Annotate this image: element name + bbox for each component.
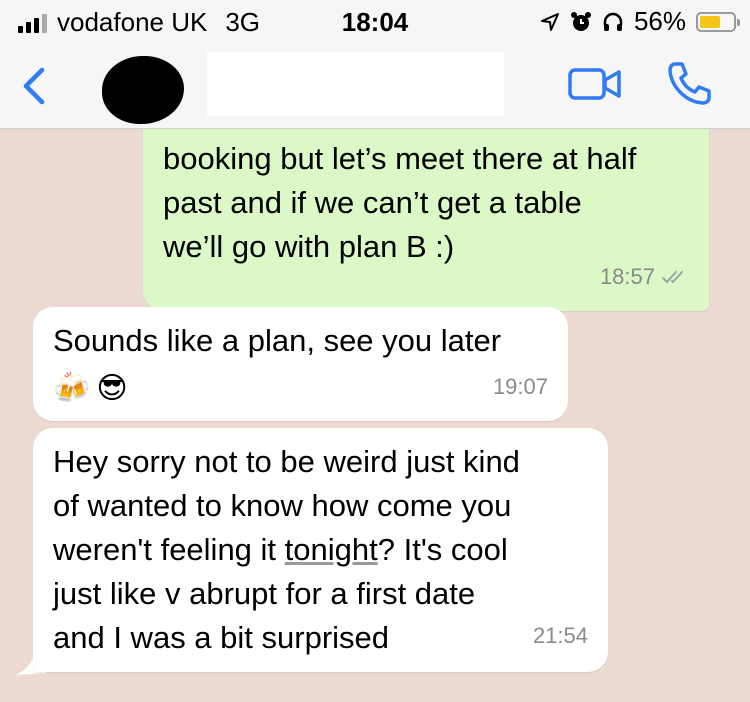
message-meta: 18:57 bbox=[600, 255, 689, 299]
message-text-segment: weren't feeling it bbox=[53, 532, 285, 567]
phone-icon[interactable] bbox=[666, 60, 712, 106]
alarm-icon bbox=[570, 11, 591, 31]
sunglasses-emoji: 😎 bbox=[96, 372, 128, 405]
message-line: just like v abrupt for a first date bbox=[53, 576, 476, 611]
message-text: booking but let’s meet there at half pas… bbox=[163, 137, 703, 269]
message-outgoing[interactable]: booking but let’s meet there at half pas… bbox=[143, 129, 709, 311]
chat-header bbox=[0, 42, 750, 129]
message-incoming[interactable]: Hey sorry not to be weird just kind of w… bbox=[33, 428, 608, 672]
message-time: 19:07 bbox=[492, 374, 548, 399]
message-line: booking but let’s meet there at half bbox=[163, 141, 637, 176]
message-time: 18:57 bbox=[599, 264, 655, 289]
detected-date-link[interactable]: tonight bbox=[285, 532, 378, 567]
status-right: 56% bbox=[540, 6, 740, 37]
message-time: 21:54 bbox=[532, 623, 588, 648]
message-meta: 19:07 bbox=[493, 365, 548, 409]
location-arrow-icon bbox=[540, 12, 559, 31]
battery-icon bbox=[696, 11, 740, 32]
chevron-left-icon[interactable] bbox=[16, 64, 52, 108]
message-line: of wanted to know how come you bbox=[53, 488, 512, 523]
message-text-segment: ? It's cool bbox=[377, 532, 508, 567]
status-bar: vodafone UK 3G 18:04 56% bbox=[0, 0, 750, 42]
message-text: Sounds like a plan, see you later bbox=[53, 323, 502, 358]
message-incoming[interactable]: Sounds like a plan, see you later 🍻 😎 19… bbox=[33, 307, 568, 421]
contact-avatar[interactable] bbox=[102, 56, 184, 124]
message-text: Hey sorry not to be weird just kind of w… bbox=[53, 440, 593, 660]
message-line: weren't feeling it tonight? It's cool bbox=[53, 528, 593, 572]
double-tick-icon bbox=[662, 271, 683, 283]
chat-area: booking but let’s meet there at half pas… bbox=[0, 129, 750, 702]
message-meta: 21:54 bbox=[533, 614, 588, 658]
emoji-row: 🍻 😎 bbox=[53, 369, 128, 409]
battery-percent: 56% bbox=[633, 6, 686, 36]
message-line: Hey sorry not to be weird just kind bbox=[53, 444, 520, 479]
video-camera-icon[interactable] bbox=[567, 64, 623, 104]
message-line: past and if we can’t get a table bbox=[163, 185, 582, 220]
headphones-icon bbox=[603, 12, 623, 31]
beer-mugs-emoji: 🍻 bbox=[53, 372, 91, 405]
message-line: and I was a bit surprised bbox=[53, 620, 390, 655]
contact-name-redacted[interactable] bbox=[207, 52, 504, 116]
